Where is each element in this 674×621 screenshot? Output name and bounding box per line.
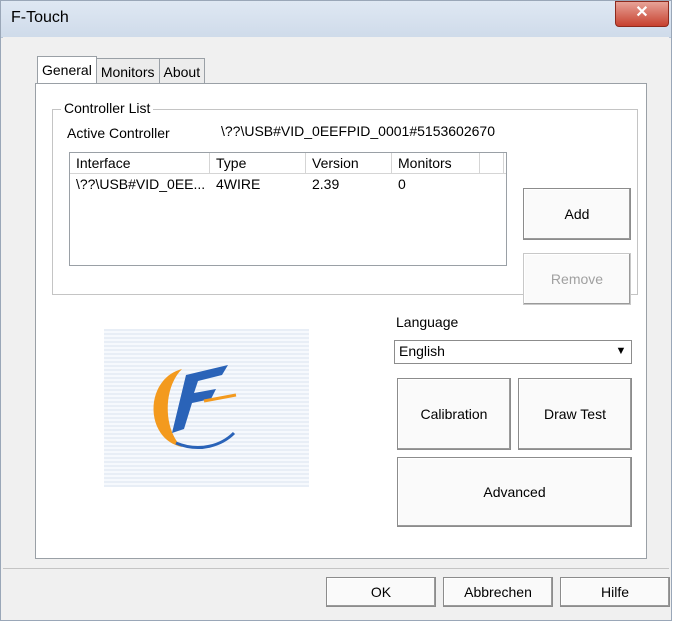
advanced-button[interactable]: Advanced	[397, 457, 632, 527]
column-header-version[interactable]: Version	[306, 153, 392, 173]
chevron-down-icon[interactable]: ▼	[613, 343, 629, 359]
f-touch-logo-icon	[153, 365, 237, 450]
bottom-separator	[3, 568, 669, 569]
close-icon: ✕	[635, 4, 649, 21]
tab-monitors[interactable]: Monitors	[95, 58, 160, 85]
dialog-client: General Monitors About Controller List A…	[3, 37, 670, 620]
f-touch-window: F-Touch ✕ General Monitors About Control…	[0, 0, 672, 621]
column-header-monitors[interactable]: Monitors	[392, 153, 480, 173]
active-controller-value: \??\USB#VID_0EEFPID_0001#5153602670	[221, 123, 495, 139]
cancel-button[interactable]: Abbrechen	[443, 577, 553, 607]
calibration-button[interactable]: Calibration	[397, 378, 511, 450]
active-controller-label: Active Controller	[67, 125, 170, 141]
table-header: Interface Type Version Monitors	[70, 153, 506, 174]
controller-list-group: Controller List Active Controller \??\US…	[52, 100, 638, 305]
title-bar[interactable]: F-Touch ✕	[1, 1, 671, 38]
tab-about[interactable]: About	[158, 58, 206, 85]
cell-interface: \??\USB#VID_0EE...	[76, 176, 206, 192]
language-label: Language	[396, 314, 459, 330]
column-header-interface[interactable]: Interface	[70, 153, 210, 173]
cell-version: 2.39	[312, 176, 340, 192]
remove-button[interactable]: Remove	[523, 253, 631, 305]
logo-panel	[104, 329, 309, 487]
help-button[interactable]: Hilfe	[560, 577, 670, 607]
draw-test-button[interactable]: Draw Test	[518, 378, 632, 450]
cell-monitors: 0	[398, 176, 406, 192]
table-row[interactable]: \??\USB#VID_0EE... 4WIRE 2.39 0	[70, 174, 506, 194]
language-value: English	[399, 343, 445, 359]
tab-general[interactable]: General	[37, 56, 97, 85]
column-header-empty	[480, 153, 504, 173]
column-header-type[interactable]: Type	[210, 153, 306, 173]
controller-list-table[interactable]: Interface Type Version Monitors \??\USB#…	[69, 152, 507, 266]
cell-type: 4WIRE	[216, 176, 261, 192]
close-button[interactable]: ✕	[615, 1, 669, 27]
general-tab-panel: Controller List Active Controller \??\US…	[35, 83, 647, 559]
language-select[interactable]: English ▼	[394, 340, 632, 364]
ok-button[interactable]: OK	[326, 577, 436, 607]
tab-strip: General Monitors About	[37, 56, 206, 85]
add-button[interactable]: Add	[523, 188, 631, 240]
controller-list-label: Controller List	[61, 100, 154, 116]
window-title: F-Touch	[11, 9, 69, 26]
